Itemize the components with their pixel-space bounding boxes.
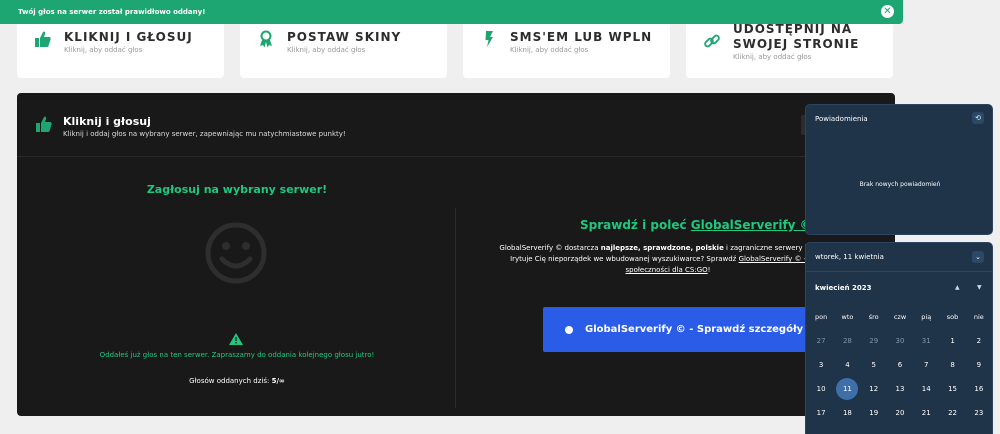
promo-desc-line2: Irytuje Cię nieporządek we wbudowanej wy…: [510, 255, 737, 263]
weekday-label: pon: [815, 313, 828, 321]
thumbs-up-icon: [35, 115, 53, 138]
calendar-day[interactable]: 10: [808, 385, 834, 393]
calendar-week: 24252627282930: [808, 425, 992, 434]
weekday-label: czw: [893, 313, 907, 321]
calendar-day[interactable]: 19: [861, 409, 887, 417]
calendar-day[interactable]: 8: [939, 361, 965, 369]
smiley-icon: [205, 222, 267, 284]
calendar-day[interactable]: 9: [966, 361, 992, 369]
calendar-day[interactable]: 2: [966, 337, 992, 345]
calendar-day[interactable]: 15: [939, 385, 965, 393]
page: Twój głos na serwer został prawidłowo od…: [0, 0, 1000, 434]
card-subtitle: Kliknij, aby oddać głos: [733, 53, 812, 61]
details-button[interactable]: GlobalServerify © - Sprawdź szczegóły: [543, 307, 843, 352]
calendar-month[interactable]: kwiecień 2023: [815, 284, 871, 292]
weekday-label: pią: [921, 313, 932, 321]
already-voted-note: Oddałeś już głos na ten serwer. Zaprasza…: [99, 351, 375, 359]
calendar-day[interactable]: 18: [834, 409, 860, 417]
calendar-week: 10 11 12 13 14 15 16: [808, 377, 992, 401]
calendar-day[interactable]: 1: [939, 337, 965, 345]
promo-title-prefix: Sprawdź i poleć: [580, 218, 687, 232]
notifications-empty: Brak nowych powiadomień: [859, 181, 941, 188]
panel-subtitle: Kliknij i oddaj głos na wybrany serwer, …: [63, 130, 346, 138]
notifications-title: Powiadomienia: [815, 115, 868, 123]
votes-today-label: Głosów oddanych dziś:: [189, 377, 270, 385]
card-title-line2: SWOJEJ STRONIE: [733, 37, 860, 51]
calendar-day[interactable]: 17: [808, 409, 834, 417]
card-title-line1: UDOSTĘPNIJ NA: [733, 22, 853, 36]
weekday-header: pon wto śro czw pią sob nie: [808, 305, 992, 329]
calendar-day[interactable]: 3: [808, 361, 834, 369]
weekday-label: śro: [868, 313, 879, 321]
panel-header: Kliknij i głosuj Kliknij i oddaj głos na…: [17, 93, 895, 157]
weekday-label: nie: [973, 313, 984, 321]
promo-title: Sprawdź i poleć GlobalServerify ©: [580, 218, 812, 232]
calendar-day[interactable]: 14: [913, 385, 939, 393]
calendar-week: 17 18 19 20 21 22 23: [808, 401, 992, 425]
calendar-day[interactable]: 6: [887, 361, 913, 369]
card-title: SMS'EM LUB WPLN: [510, 30, 653, 44]
calendar-day[interactable]: 16: [966, 385, 992, 393]
calendar-day[interactable]: 29: [861, 337, 887, 345]
calendar-day[interactable]: 5: [861, 361, 887, 369]
chevron-down-icon[interactable]: ⌄: [972, 251, 984, 263]
calendar-day[interactable]: 13: [887, 385, 913, 393]
votes-today: Głosów oddanych dziś: 5/∞: [17, 377, 457, 385]
details-button-label: GlobalServerify © - Sprawdź szczegóły: [585, 324, 804, 335]
warning-icon: [229, 333, 243, 345]
card-subtitle: Kliknij, aby oddać głos: [510, 46, 589, 54]
vote-panel: Kliknij i głosuj Kliknij i oddaj głos na…: [17, 93, 895, 416]
lightning-icon: [479, 30, 499, 50]
calendar-day[interactable]: 21: [913, 409, 939, 417]
success-toast: Twój głos na serwer został prawidłowo od…: [0, 0, 903, 24]
card-title: POSTAW SKINY: [287, 30, 402, 44]
calendar-day[interactable]: 30: [887, 337, 913, 345]
link-icon: [702, 32, 722, 52]
divider: [806, 271, 992, 272]
panel-title: Kliknij i głosuj: [63, 115, 151, 128]
weekday-label: sob: [946, 313, 959, 321]
calendar-day[interactable]: 23: [966, 409, 992, 417]
calendar-week: 3456789: [808, 353, 992, 377]
calendar-day[interactable]: 4: [834, 361, 860, 369]
award-icon: [256, 30, 276, 50]
chevron-down-icon[interactable]: ▼: [977, 284, 982, 291]
info-icon: [565, 325, 573, 334]
card-subtitle: Kliknij, aby oddać głos: [287, 46, 366, 54]
close-icon[interactable]: ✕: [881, 5, 894, 18]
calendar-day[interactable]: 31: [913, 337, 939, 345]
calendar-grid: pon wto śro czw pią sob nie 27 28 29 30 31 1 2 3 4 5 6 7 8 9…: [808, 305, 992, 434]
chevron-up-icon[interactable]: ▲: [955, 284, 960, 291]
toast-message: Twój głos na serwer został prawidłowo od…: [18, 8, 206, 16]
thumbs-up-icon: [33, 30, 53, 50]
calendar-day[interactable]: 11: [834, 378, 860, 400]
card-title: KLIKNIJ I GŁOSUJ: [64, 30, 193, 44]
calendar-day[interactable]: 28: [834, 337, 860, 345]
weekday-label: wto: [841, 313, 854, 321]
calendar-panel: wtorek, 11 kwietnia ⌄ kwiecień 2023 ▲ ▼ …: [805, 242, 993, 434]
promo-description: GlobalServerify © dostarcza najlepsze, s…: [478, 243, 858, 276]
notifications-panel: Powiadomienia ⟲ Brak nowych powiadomień: [805, 104, 993, 235]
calendar-day[interactable]: 27: [808, 337, 834, 345]
vote-title: Zagłosuj na wybrany serwer!: [146, 183, 328, 196]
card-subtitle: Kliknij, aby oddać głos: [64, 46, 143, 54]
calendar-week: 27 28 29 30 31 1 2: [808, 329, 992, 353]
calendar-day[interactable]: 7: [913, 361, 939, 369]
promo-title-link[interactable]: GlobalServerify ©: [691, 218, 812, 232]
calendar-date: wtorek, 11 kwietnia: [815, 253, 884, 261]
promo-desc-end: !: [707, 266, 711, 274]
promo-desc-link2[interactable]: społeczności dla CS:GO: [626, 266, 708, 274]
calendar-day[interactable]: 20: [887, 409, 913, 417]
votes-today-value: 5/∞: [271, 377, 285, 385]
promo-desc-part1: GlobalServerify © dostarcza: [499, 244, 599, 252]
promo-desc-bold: najlepsze, sprawdzone, polskie: [600, 244, 724, 252]
calendar-day[interactable]: 12: [861, 385, 887, 393]
calendar-day[interactable]: 22: [939, 409, 965, 417]
notifications-settings-icon[interactable]: ⟲: [972, 112, 984, 124]
